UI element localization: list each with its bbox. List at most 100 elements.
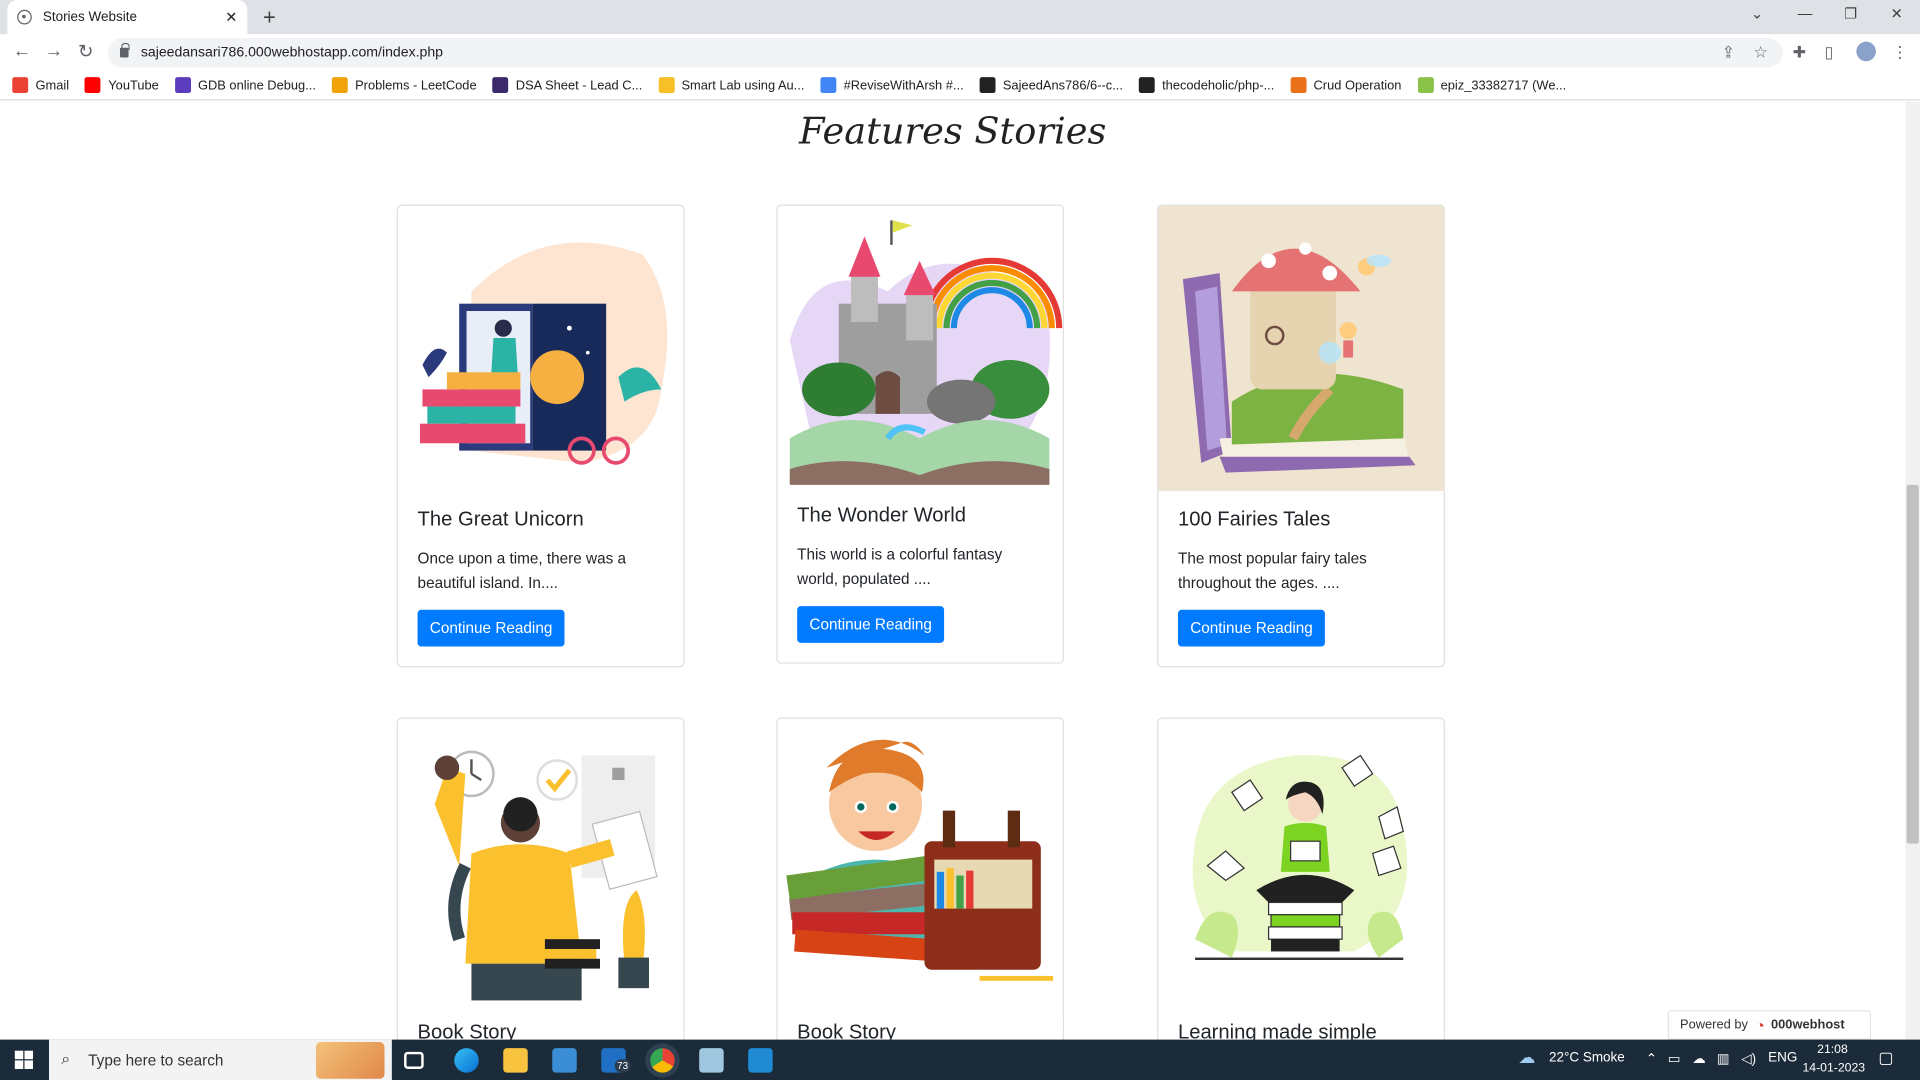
bookmark-item[interactable]: Crud Operation bbox=[1290, 77, 1402, 94]
close-tab-icon[interactable]: ✕ bbox=[225, 9, 237, 26]
extensions-icon[interactable]: ✚ bbox=[1793, 43, 1806, 63]
bookmark-label: GDB online Debug... bbox=[197, 77, 316, 93]
scrollbar-thumb[interactable] bbox=[1906, 484, 1919, 844]
card-title: Book Story bbox=[797, 1021, 896, 1040]
close-window-button[interactable]: ✕ bbox=[1891, 5, 1903, 22]
powered-by-badge[interactable]: Powered by ◔ 000webhost bbox=[1667, 1010, 1872, 1040]
bookmark-favicon-icon bbox=[820, 77, 837, 94]
search-highlight-image bbox=[315, 1042, 385, 1079]
back-button[interactable]: ← bbox=[10, 40, 34, 61]
continue-reading-button[interactable]: Continue Reading bbox=[1177, 609, 1326, 647]
search-placeholder: Type here to search bbox=[88, 1051, 224, 1069]
card-title: The Wonder World bbox=[797, 504, 966, 527]
continue-reading-button[interactable]: Continue Reading bbox=[417, 609, 565, 647]
microsoft-store-icon[interactable] bbox=[552, 1048, 577, 1073]
screen: Stories Website ✕ + ⌄ — ❐ ✕ ← → ↻ sajeed… bbox=[0, 0, 1920, 1080]
mail-icon[interactable]: 73 bbox=[601, 1048, 631, 1073]
menu-icon[interactable]: ⋮ bbox=[1892, 43, 1908, 63]
card-image bbox=[1158, 205, 1444, 492]
task-view-icon[interactable] bbox=[404, 1051, 424, 1069]
chrome-icon[interactable] bbox=[650, 1048, 675, 1073]
webhost-logo-icon: ◔ bbox=[1755, 1015, 1765, 1035]
bookmark-favicon-icon bbox=[1290, 77, 1307, 94]
share-icon[interactable]: ⇪ bbox=[1722, 43, 1735, 63]
bookmark-favicon-icon bbox=[174, 77, 191, 94]
volume-icon[interactable]: ◁) bbox=[1741, 1051, 1756, 1067]
bookmark-favicon-icon bbox=[1417, 77, 1434, 94]
network-icon[interactable]: ▥ bbox=[1717, 1051, 1730, 1067]
bookmark-label: Gmail bbox=[35, 77, 70, 93]
bookmark-item[interactable]: SajeedAns786/6--c... bbox=[979, 77, 1123, 94]
powered-label: Powered by bbox=[1680, 1017, 1748, 1033]
file-explorer-icon[interactable] bbox=[503, 1048, 528, 1073]
page-content: Features Stories The Great Unicorn Once … bbox=[0, 101, 1906, 1040]
notifications-icon[interactable]: ▢ bbox=[1878, 1048, 1893, 1068]
bookmark-label: #ReviseWithArsh #... bbox=[843, 77, 964, 93]
vscode-icon[interactable] bbox=[748, 1048, 773, 1073]
continue-reading-button[interactable]: Continue Reading bbox=[797, 606, 945, 643]
windows-start-icon[interactable] bbox=[14, 1050, 34, 1069]
card-title: 100 Fairies Tales bbox=[1177, 508, 1331, 531]
card-text: Once upon a time, there was a beautiful … bbox=[417, 549, 627, 592]
bookmark-item[interactable]: GDB online Debug... bbox=[174, 77, 316, 94]
story-card: 100 Fairies Tales The most popular fairy… bbox=[1157, 204, 1445, 668]
notepad-icon[interactable] bbox=[699, 1048, 724, 1073]
bookmark-label: YouTube bbox=[108, 77, 159, 93]
bookmark-label: DSA Sheet - Lead C... bbox=[515, 77, 643, 93]
forward-button[interactable]: → bbox=[42, 40, 66, 61]
bookmark-label: epiz_33382717 (We... bbox=[1440, 77, 1567, 93]
card-image bbox=[778, 719, 1063, 1004]
tab-strip: Stories Website ✕ + ⌄ — ❐ ✕ bbox=[0, 0, 1920, 35]
card-text: The most popular fairy tales throughout … bbox=[1177, 549, 1367, 592]
weather-icon: ☁ bbox=[1518, 1046, 1536, 1067]
profile-avatar[interactable] bbox=[1855, 40, 1878, 63]
bookmark-item[interactable]: thecodeholic/php-... bbox=[1138, 77, 1274, 94]
bookmark-item[interactable]: Problems - LeetCode bbox=[331, 77, 477, 94]
bookmark-item[interactable]: Smart Lab using Au... bbox=[658, 77, 804, 94]
story-card: The Great Unicorn Once upon a time, ther… bbox=[396, 204, 685, 668]
bookmark-item[interactable]: Gmail bbox=[12, 77, 70, 94]
url-text: sajeedansari786.000webhostapp.com/index.… bbox=[140, 45, 444, 61]
bookmark-item[interactable]: #ReviseWithArsh #... bbox=[820, 77, 964, 94]
minimize-button[interactable]: — bbox=[1798, 5, 1813, 22]
restore-button[interactable]: ❐ bbox=[1844, 5, 1857, 22]
side-panel-icon[interactable]: ▯ bbox=[1825, 43, 1834, 63]
browser-toolbar: ← → ↻ sajeedansari786.000webhostapp.com/… bbox=[0, 34, 1920, 72]
bookmark-favicon-icon bbox=[12, 77, 29, 94]
bookmark-item[interactable]: YouTube bbox=[85, 77, 159, 94]
tray-chevron-icon[interactable]: ⌃ bbox=[1646, 1051, 1657, 1067]
powered-brand: 000webhost bbox=[1771, 1017, 1845, 1033]
tab-search-icon[interactable]: ⌄ bbox=[1751, 5, 1763, 22]
card-image bbox=[398, 206, 683, 491]
card-image bbox=[1158, 719, 1443, 1004]
bookmarks-bar: Gmail YouTube GDB online Debug... Problems … bbox=[0, 71, 1920, 101]
bookmark-favicon-icon bbox=[492, 77, 509, 94]
taskbar-search[interactable]: ⌕ Type here to search bbox=[48, 1039, 392, 1080]
page-scrollbar[interactable] bbox=[1905, 101, 1920, 1040]
page-title: Features Stories bbox=[798, 110, 1107, 154]
language-indicator[interactable]: ENG bbox=[1768, 1051, 1797, 1066]
bookmark-item[interactable]: epiz_33382717 (We... bbox=[1417, 77, 1567, 94]
new-tab-button[interactable]: + bbox=[255, 4, 284, 31]
clock-time[interactable]: 21:08 bbox=[1817, 1043, 1848, 1056]
bookmark-favicon-icon bbox=[658, 77, 675, 94]
onedrive-icon[interactable]: ☁ bbox=[1692, 1051, 1705, 1067]
lock-icon bbox=[120, 42, 130, 58]
clock-date[interactable]: 14-01-2023 bbox=[1802, 1062, 1865, 1075]
bookmark-favicon-icon bbox=[85, 77, 101, 94]
bookmark-label: Crud Operation bbox=[1313, 77, 1402, 93]
weather-text[interactable]: 22°C Smoke bbox=[1549, 1051, 1625, 1066]
bookmark-label: Problems - LeetCode bbox=[355, 77, 477, 93]
bookmark-item[interactable]: DSA Sheet - Lead C... bbox=[492, 77, 643, 94]
bookmark-star-icon[interactable]: ☆ bbox=[1753, 43, 1767, 63]
address-bar[interactable]: sajeedansari786.000webhostapp.com/index.… bbox=[107, 37, 1783, 68]
tab-stories-website[interactable]: Stories Website ✕ bbox=[7, 0, 248, 35]
card-title: The Great Unicorn bbox=[417, 508, 584, 531]
tray-monitor-icon[interactable]: ▭ bbox=[1668, 1051, 1681, 1067]
edge-browser-icon[interactable] bbox=[454, 1048, 479, 1073]
search-icon: ⌕ bbox=[61, 1049, 71, 1068]
story-card: The Wonder World This world is a colorfu… bbox=[776, 204, 1065, 664]
reload-button[interactable]: ↻ bbox=[73, 40, 97, 63]
bookmark-label: SajeedAns786/6--c... bbox=[1002, 77, 1123, 93]
story-card: Book Story bbox=[396, 717, 685, 1040]
